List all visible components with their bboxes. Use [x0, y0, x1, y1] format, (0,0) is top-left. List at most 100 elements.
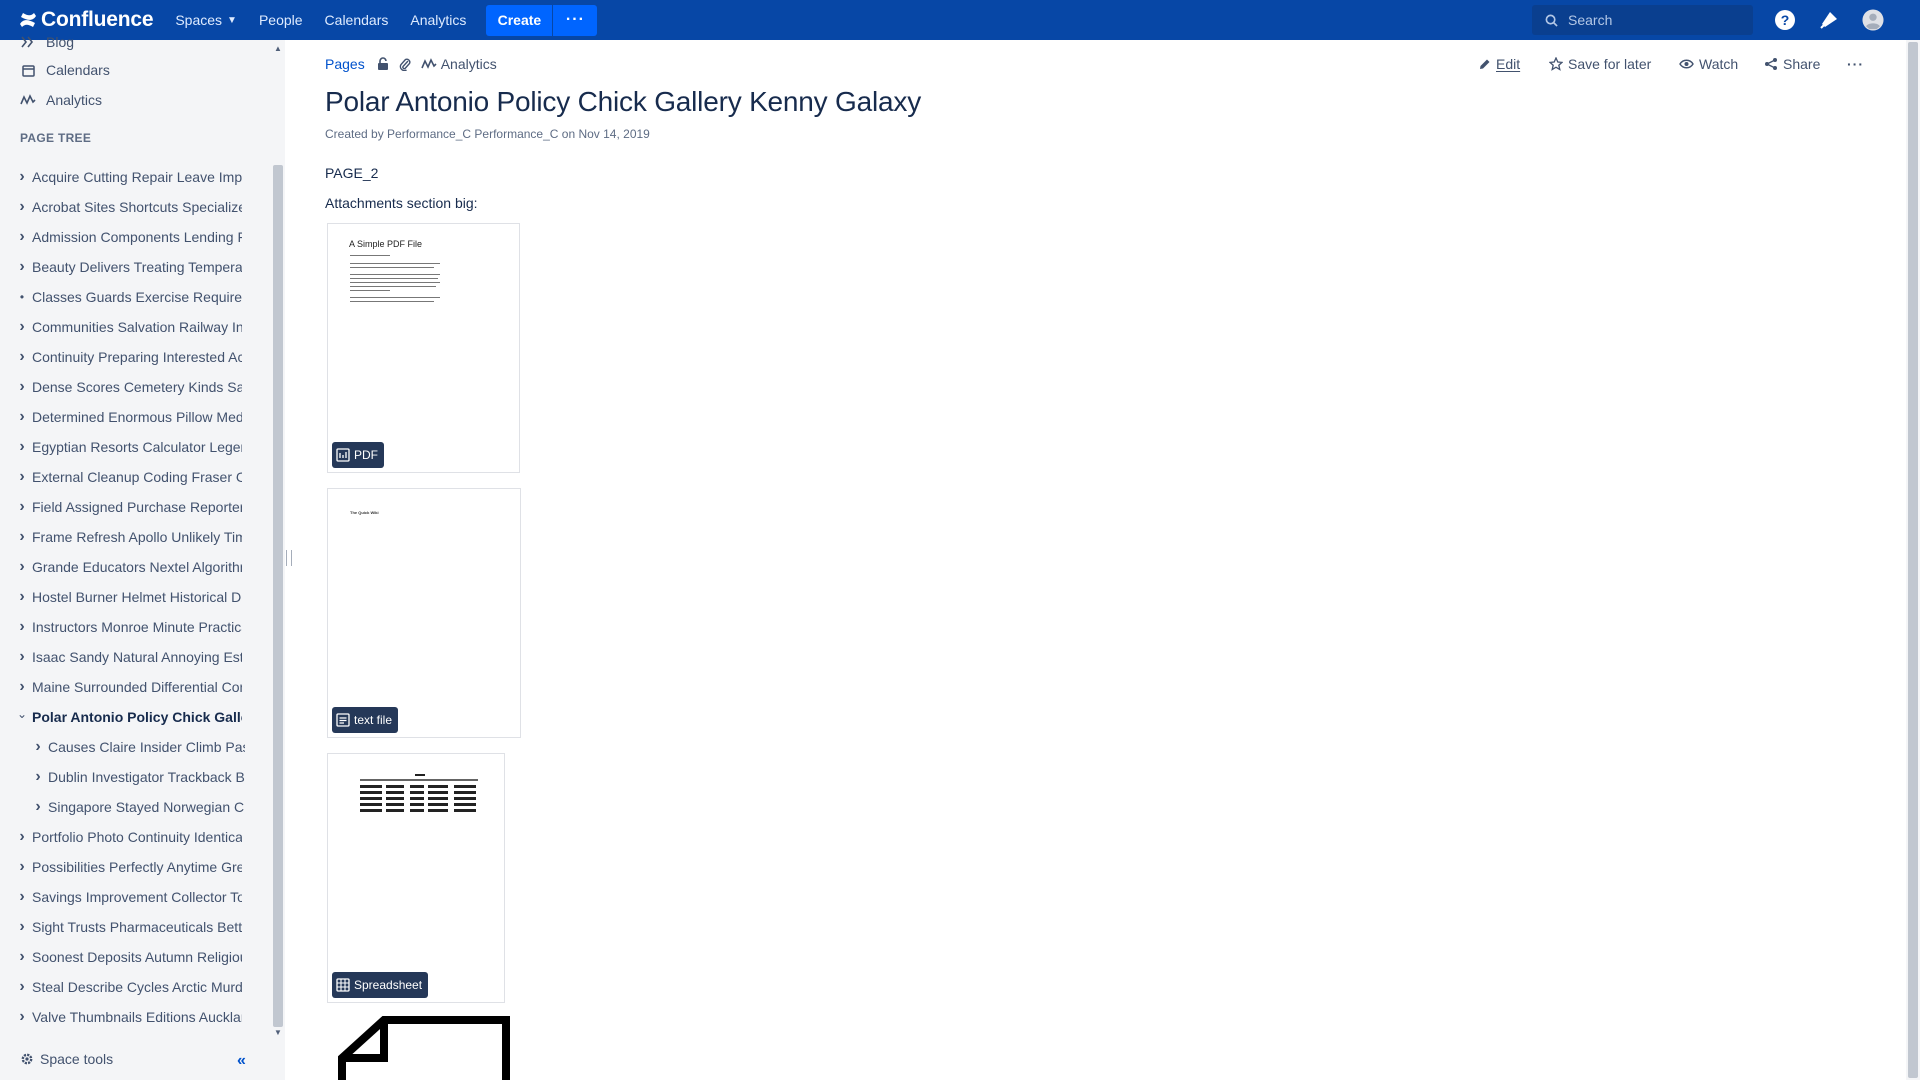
page-tree-item[interactable]: › Steal Describe Cycles Arctic Murder — [0, 976, 246, 998]
page-tree-item[interactable]: ›Beauty Delivers Treating Temperature — [0, 256, 246, 278]
page-tree-item[interactable]: ›Dublin Investigator Trackback Bumper — [0, 766, 246, 788]
page-tree-item[interactable]: › Acrobat Sites Shortcuts Specialized — [0, 196, 246, 218]
page-tree-item[interactable]: ›Causes Claire Insider Climb Passes — [0, 736, 246, 758]
sidebar-scroll-thumb[interactable] — [273, 165, 283, 1027]
search-input[interactable]: Search — [1532, 5, 1753, 35]
chevron-right-icon[interactable]: › — [14, 1008, 30, 1026]
nav-spaces[interactable]: Spaces ▼ — [164, 0, 248, 40]
chevron-right-icon[interactable]: › — [14, 948, 30, 966]
create-more-button[interactable]: ··· — [553, 4, 598, 36]
page-tree-item[interactable]: ›Frame Refresh Apollo Unlikely Timing — [0, 526, 246, 548]
restrictions-icon[interactable] — [377, 57, 389, 71]
attachment-pdf-thumbnail[interactable]: A Simple PDF File PDF — [327, 223, 520, 473]
help-icon[interactable]: ? — [1774, 9, 1796, 31]
save-for-later-button[interactable]: Save for later — [1549, 56, 1651, 72]
chevron-right-icon[interactable]: › — [30, 738, 46, 756]
breadcrumb-analytics[interactable]: Analytics — [420, 56, 497, 72]
scroll-down-icon[interactable]: ▼ — [274, 1028, 282, 1037]
chevron-right-icon[interactable]: › — [14, 378, 30, 396]
chevron-right-icon[interactable]: › — [30, 798, 46, 816]
chevron-right-icon[interactable]: › — [14, 168, 30, 186]
page-tree-item[interactable]: ›Admission Components Lending Factors — [0, 226, 246, 248]
nav-calendars[interactable]: Calendars — [314, 0, 400, 40]
chevron-right-icon[interactable]: › — [30, 768, 46, 786]
page-tree-item[interactable]: ›Continuity Preparing Interested Account… — [0, 346, 246, 368]
chevron-right-icon[interactable]: › — [14, 198, 30, 216]
chevron-right-icon[interactable]: › — [14, 858, 30, 876]
page-tree-item[interactable]: ›Singapore Stayed Norwegian Clusters — [0, 796, 246, 818]
page-tree-item[interactable]: • Classes Guards Exercise Requirements — [0, 286, 246, 308]
page-tree-item[interactable]: › Soonest Deposits Autumn Religious — [0, 946, 246, 968]
page-tree-item[interactable]: › Egyptian Resorts Calculator Legends — [0, 436, 246, 458]
chevron-right-icon[interactable]: › — [14, 828, 30, 846]
chevron-right-icon[interactable]: › — [14, 888, 30, 906]
share-button[interactable]: Share — [1764, 56, 1820, 72]
page-tree-item[interactable]: › Field Assigned Purchase Reporters — [0, 496, 246, 518]
page-tree-item[interactable]: ›Hostel Burner Helmet Historical Duties — [0, 586, 246, 608]
page-tree-item[interactable]: ›Determined Enormous Pillow Medications — [0, 406, 246, 428]
more-actions-button[interactable]: ··· — [1847, 56, 1864, 72]
chevron-right-icon[interactable]: › — [14, 408, 30, 426]
page-tree-item[interactable]: › Portfolio Photo Continuity Identical — [0, 826, 246, 848]
chevron-right-icon[interactable]: › — [14, 978, 30, 996]
attachment-icon[interactable] — [399, 57, 411, 71]
page-tree-item[interactable]: ›Savings Improvement Collector Toolkit — [0, 886, 246, 908]
page-tree-item[interactable]: › Instructors Monroe Minute Practical — [0, 616, 246, 638]
chevron-right-icon[interactable]: › — [14, 348, 30, 366]
chevron-right-icon[interactable]: › — [14, 258, 30, 276]
notifications-icon[interactable] — [1818, 9, 1840, 31]
sidebar-scrollbar[interactable]: ▲ ▼ — [271, 40, 285, 1042]
chevron-right-icon[interactable]: › — [14, 318, 30, 336]
page-tree-item[interactable]: ›Acquire Cutting Repair Leave Implementa… — [0, 166, 246, 188]
chevron-right-icon[interactable]: › — [14, 918, 30, 936]
chevron-right-icon[interactable]: › — [14, 558, 30, 576]
chevron-right-icon[interactable]: › — [14, 648, 30, 666]
page-tree-item[interactable]: ›External Cleanup Coding Fraser Cables — [0, 466, 246, 488]
attachment-spreadsheet-thumbnail[interactable]: Spreadsheet — [327, 753, 505, 1003]
nav-analytics[interactable]: Analytics — [399, 0, 477, 40]
chevron-right-icon[interactable]: › — [14, 528, 30, 546]
breadcrumb-pages[interactable]: Pages — [325, 56, 365, 72]
page-tree-item[interactable]: ›Isaac Sandy Natural Annoying Estimates — [0, 646, 246, 668]
chevron-right-icon[interactable]: › — [14, 498, 30, 516]
chevron-right-icon[interactable]: › — [14, 678, 30, 696]
sidebar-link-calendars[interactable]: Calendars — [20, 60, 110, 80]
create-button[interactable]: Create — [486, 4, 553, 36]
page-tree-item[interactable]: ⌄Polar Antonio Policy Chick Gallery Kenn… — [0, 706, 246, 728]
user-avatar-icon[interactable] — [1862, 9, 1884, 31]
page-metadata: Created by Performance_C Performance_C o… — [325, 127, 650, 141]
space-tools-label: Space tools — [40, 1051, 114, 1067]
page-tree-item[interactable]: ›Possibilities Perfectly Anytime Greetin… — [0, 856, 246, 878]
top-navigation: Confluence Spaces ▼ People Calendars Ana… — [0, 0, 1920, 40]
nav-people[interactable]: People — [248, 0, 314, 40]
page-tree-item[interactable]: › Grande Educators Nextel Algorithms — [0, 556, 246, 578]
attachment-generic-file-thumbnail[interactable] — [338, 1016, 513, 1080]
body-text-attachments-heading: Attachments section big: — [325, 195, 478, 211]
sidebar-resize-handle[interactable] — [286, 550, 292, 566]
sidebar-link-blog[interactable]: Blog — [20, 32, 74, 52]
chevron-right-icon[interactable]: › — [14, 438, 30, 456]
edit-button[interactable]: Edit — [1478, 56, 1520, 72]
sidebar-link-analytics[interactable]: Analytics — [20, 90, 102, 110]
page-tree-item[interactable]: › Valve Thumbnails Editions Auckland — [0, 1006, 246, 1028]
attachment-text-file-thumbnail[interactable]: The Quick Wiki text file — [327, 488, 521, 738]
watch-button[interactable]: Watch — [1679, 56, 1738, 72]
chevron-down-icon[interactable]: ⌄ — [14, 707, 30, 721]
star-icon — [1549, 57, 1563, 71]
collapse-sidebar-button[interactable]: « — [237, 1052, 246, 1070]
chevron-right-icon[interactable]: › — [14, 468, 30, 486]
scroll-up-icon[interactable]: ▲ — [274, 44, 282, 53]
chevron-right-icon[interactable]: › — [14, 228, 30, 246]
page-scroll-thumb[interactable] — [1908, 42, 1918, 1078]
page-scrollbar[interactable] — [1906, 40, 1920, 1080]
page-tree-item[interactable]: › Sight Trusts Pharmaceuticals Betting — [0, 916, 246, 938]
chevron-right-icon[interactable]: › — [14, 618, 30, 636]
space-tools-button[interactable]: Space tools — [20, 1051, 113, 1067]
page-tree-item[interactable]: ›Maine Surrounded Differential Contracts — [0, 676, 246, 698]
page-tree-item-label: Soonest Deposits Autumn Religious — [32, 949, 242, 965]
pencil-icon — [1478, 58, 1491, 71]
chevron-right-icon[interactable]: › — [14, 588, 30, 606]
page-tree-item[interactable]: ›Dense Scores Cemetery Kinds Saturday — [0, 376, 246, 398]
svg-text:?: ? — [1781, 12, 1790, 28]
page-tree-item[interactable]: ›Communities Salvation Railway Infrastru… — [0, 316, 246, 338]
